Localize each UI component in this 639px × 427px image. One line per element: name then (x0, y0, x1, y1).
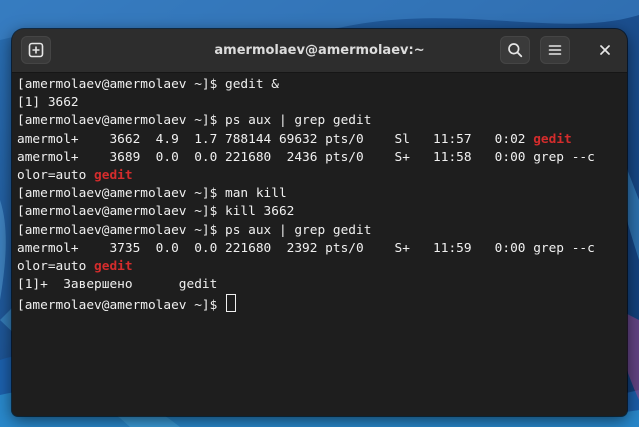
terminal-line: amermol+ 3662 4.9 1.7 788144 69632 pts/0… (17, 131, 619, 149)
terminal-text: amermol+ 3689 0.0 0.0 221680 2436 pts/0 … (17, 149, 595, 165)
terminal-cursor (226, 294, 237, 313)
search-icon (508, 43, 523, 58)
grep-match-highlight: gedit (94, 258, 133, 274)
terminal-line: [amermolaev@amermolaev ~]$ ps aux | grep… (17, 222, 619, 240)
terminal-output[interactable]: [amermolaev@amermolaev ~]$ gedit & [1] 36… (17, 76, 619, 406)
terminal-line: [1]+ Завершено gedit (17, 276, 619, 294)
terminal-text: olor=auto (17, 258, 95, 274)
new-tab-icon (28, 42, 44, 58)
terminal-text: [amermolaev@amermolaev ~]$ (17, 298, 226, 314)
grep-match-highlight: gedit (533, 131, 572, 147)
terminal-line: amermol+ 3735 0.0 0.0 221680 2392 pts/0 … (17, 240, 619, 258)
hamburger-menu-icon (548, 45, 562, 55)
terminal-line: [amermolaev@amermolaev ~]$ gedit & (17, 76, 619, 94)
window-title: amermolaev@amermolaev:~ (214, 43, 425, 58)
terminal-text: amermol+ 3662 4.9 1.7 788144 69632 pts/0… (17, 131, 534, 147)
terminal-line: [amermolaev@amermolaev ~]$ man kill (17, 185, 619, 203)
terminal-text: [amermolaev@amermolaev ~]$ kill 3662 (17, 204, 295, 220)
search-button[interactable] (500, 36, 530, 64)
close-button[interactable] (590, 36, 620, 64)
terminal-line: [amermolaev@amermolaev ~]$ kill 3662 (17, 203, 619, 221)
terminal-text: [1]+ Завершено gedit (17, 277, 218, 293)
terminal-line: [1] 3662 (17, 94, 619, 112)
titlebar: amermolaev@amermolaev:~ (12, 29, 627, 73)
menu-button[interactable] (540, 36, 570, 64)
terminal-text: [amermolaev@amermolaev ~]$ gedit & (17, 77, 279, 92)
terminal-line: olor=auto gedit (17, 258, 619, 276)
terminal-text: [1] 3662 (17, 95, 79, 111)
terminal-text: [amermolaev@amermolaev ~]$ ps aux | grep… (17, 113, 372, 129)
terminal-line: [amermolaev@amermolaev ~]$ (17, 294, 619, 314)
terminal-text: [amermolaev@amermolaev ~]$ man kill (17, 186, 287, 202)
terminal-text: olor=auto (17, 167, 95, 183)
terminal-line: olor=auto gedit (17, 167, 619, 185)
terminal-line: [amermolaev@amermolaev ~]$ ps aux | grep… (17, 112, 619, 130)
terminal-text: [amermolaev@amermolaev ~]$ ps aux | grep… (17, 222, 372, 238)
new-tab-button[interactable] (21, 36, 51, 64)
terminal-line: amermol+ 3689 0.0 0.0 221680 2436 pts/0 … (17, 149, 619, 167)
terminal-text: amermol+ 3735 0.0 0.0 221680 2392 pts/0 … (17, 240, 595, 256)
grep-match-highlight: gedit (94, 167, 133, 183)
close-icon (600, 45, 610, 55)
terminal-window: amermolaev@amermolaev:~ [amermolaev@amer… (12, 29, 627, 416)
